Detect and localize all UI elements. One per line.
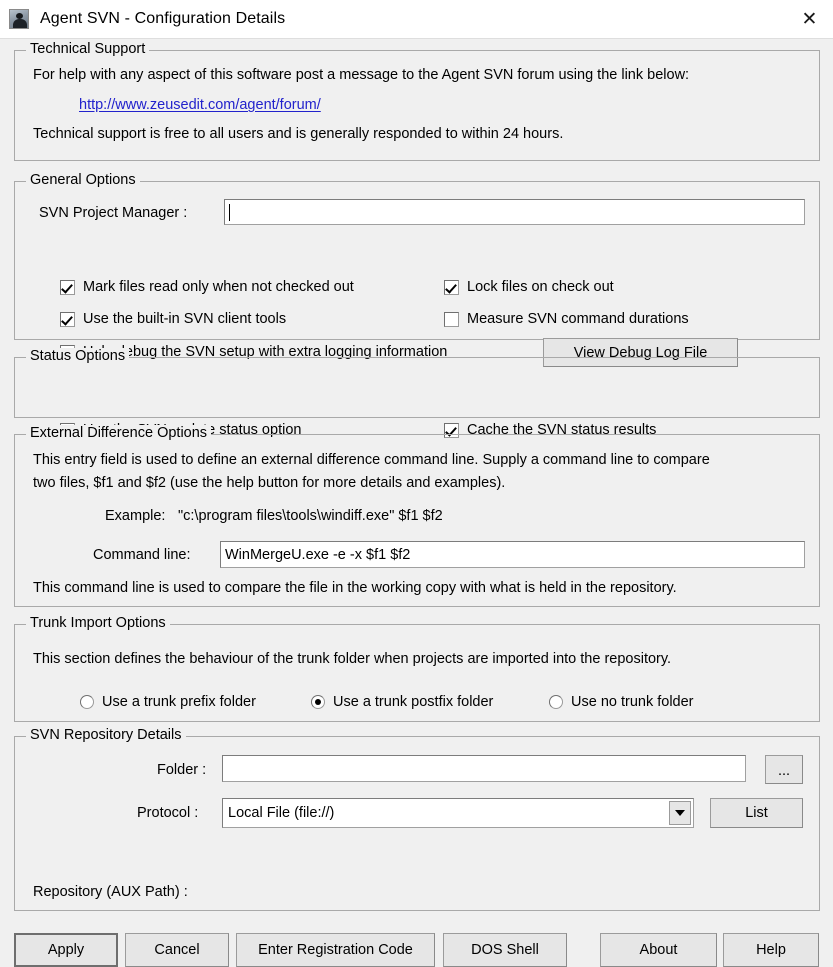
checkbox-label: Measure SVN command durations	[467, 311, 689, 327]
repository-aux-path-label: Repository (AUX Path) :	[33, 884, 188, 900]
text-caret	[229, 203, 230, 221]
checkbox-icon[interactable]	[60, 279, 75, 295]
svn-repository-details-legend: SVN Repository Details	[26, 727, 186, 743]
technical-support-line-1: For help with any aspect of this softwar…	[33, 67, 690, 83]
dialog-client-area: Technical Support For help with any aspe…	[0, 38, 833, 967]
radio-icon[interactable]	[549, 695, 563, 709]
svn-project-manager-input[interactable]	[224, 199, 805, 225]
trunk-import-options-legend: Trunk Import Options	[26, 615, 170, 631]
radio-icon[interactable]	[311, 695, 325, 709]
apply-button[interactable]: Apply	[14, 933, 118, 967]
radio-use-no-trunk-folder[interactable]: Use no trunk folder	[549, 694, 694, 710]
radio-use-trunk-prefix-folder[interactable]: Use a trunk prefix folder	[80, 694, 256, 710]
technical-support-line-2: Technical support is free to all users a…	[33, 126, 564, 142]
status-options-legend: Status Options	[26, 348, 130, 364]
checkbox-use-builtin-svn-client-tools[interactable]: Use the built-in SVN client tools	[60, 311, 286, 327]
radio-label: Use a trunk postfix folder	[333, 694, 494, 710]
trunk-import-desc: This section defines the behaviour of th…	[33, 651, 672, 667]
checkbox-measure-svn-command-durations[interactable]: Measure SVN command durations	[444, 311, 689, 327]
checkbox-icon[interactable]	[60, 311, 75, 327]
list-button[interactable]: List	[710, 798, 803, 828]
enter-registration-code-button[interactable]: Enter Registration Code	[236, 933, 435, 967]
svn-project-manager-label: SVN Project Manager :	[39, 205, 188, 221]
external-diff-desc-line-1: This entry field is used to define an ex…	[33, 452, 710, 468]
forum-link[interactable]: http://www.zeusedit.com/agent/forum/	[79, 97, 321, 113]
external-diff-footer: This command line is used to compare the…	[33, 580, 677, 596]
general-options-legend: General Options	[26, 172, 140, 188]
checkbox-icon[interactable]	[444, 311, 459, 327]
protocol-select[interactable]: Local File (file://)	[222, 798, 694, 828]
window-title: Agent SVN - Configuration Details	[40, 10, 286, 27]
checkbox-label: Mark files read only when not checked ou…	[83, 279, 354, 295]
example-label: Example:	[105, 508, 166, 524]
protocol-label: Protocol :	[137, 805, 199, 821]
command-line-input[interactable]: WinMergeU.exe -e -x $f1 $f2	[220, 541, 805, 568]
radio-use-trunk-postfix-folder[interactable]: Use a trunk postfix folder	[311, 694, 493, 710]
radio-label: Use a trunk prefix folder	[102, 694, 256, 710]
external-difference-options-legend: External Difference Options	[26, 425, 212, 441]
cancel-button[interactable]: Cancel	[125, 933, 229, 967]
about-button[interactable]: About	[600, 933, 717, 967]
close-icon[interactable]: ✕	[786, 0, 833, 38]
folder-input[interactable]	[222, 755, 746, 782]
checkbox-icon[interactable]	[444, 279, 459, 295]
agent-app-icon	[9, 9, 29, 29]
chevron-down-icon[interactable]	[669, 801, 691, 825]
radio-label: Use no trunk folder	[571, 694, 694, 710]
checkbox-label: Lock files on check out	[467, 279, 614, 295]
external-diff-desc-line-2: two files, $f1 and $f2 (use the help but…	[33, 475, 506, 491]
checkbox-mark-files-read-only[interactable]: Mark files read only when not checked ou…	[60, 279, 354, 295]
example-value: "c:\program files\tools\windiff.exe" $f1…	[178, 508, 443, 524]
browse-folder-button[interactable]: ...	[765, 755, 803, 784]
protocol-value: Local File (file://)	[228, 805, 335, 821]
help-button[interactable]: Help	[723, 933, 819, 967]
checkbox-label: Use the built-in SVN client tools	[83, 311, 287, 327]
window-title-bar: Agent SVN - Configuration Details ✕	[0, 0, 833, 38]
command-line-label: Command line:	[93, 547, 191, 563]
radio-icon[interactable]	[80, 695, 94, 709]
checkbox-lock-files-on-check-out[interactable]: Lock files on check out	[444, 279, 614, 295]
dos-shell-button[interactable]: DOS Shell	[443, 933, 567, 967]
status-options-group: Status Options	[14, 348, 820, 418]
folder-label: Folder :	[157, 762, 207, 778]
technical-support-legend: Technical Support	[26, 41, 150, 57]
